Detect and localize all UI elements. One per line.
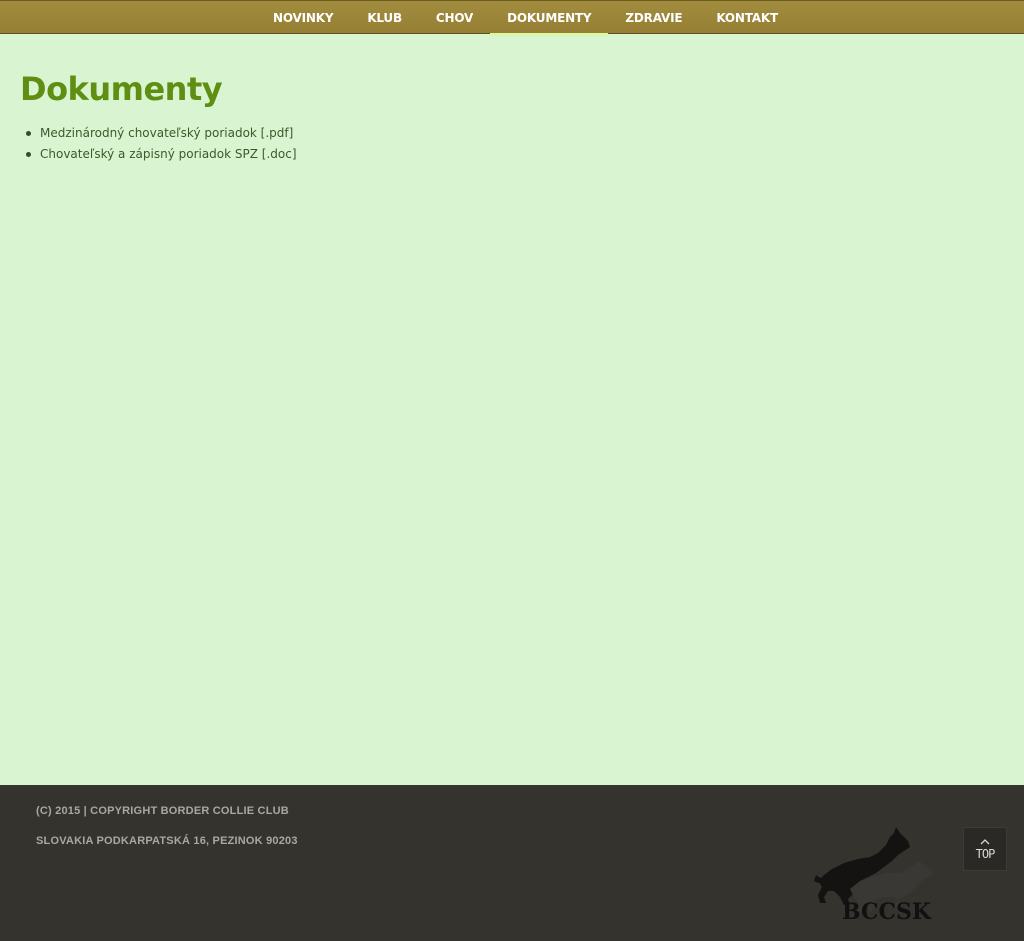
nav-item-zdravie[interactable]: ZDRAVIE — [608, 1, 699, 35]
document-list: Medzinárodný chovateľský poriadok [.pdf]… — [26, 123, 297, 165]
document-link-zapisny-poriadok[interactable]: Chovateľský a zápisný poriadok SPZ [.doc… — [40, 147, 297, 161]
footer-address: SLOVAKIA PODKARPATSKÁ 16, PEZINOK 90203 — [36, 835, 298, 847]
main-content: Dokumenty Medzinárodný chovateľský poria… — [0, 34, 1024, 785]
logo-text: BCCSK — [842, 899, 932, 925]
document-link-chovatelsky-poriadok[interactable]: Medzinárodný chovateľský poriadok [.pdf] — [40, 126, 293, 140]
main-navigation: NOVINKY KLUB CHOV DOKUMENTY ZDRAVIE KONT… — [0, 0, 1024, 36]
nav-menu: NOVINKY KLUB CHOV DOKUMENTY ZDRAVIE KONT… — [256, 1, 795, 36]
footer: (C) 2015 | COPYRIGHT BORDER COLLIE CLUB … — [0, 785, 1024, 941]
nav-item-novinky[interactable]: NOVINKY — [256, 1, 350, 35]
top-label: TOP — [975, 846, 996, 861]
nav-item-dokumenty[interactable]: DOKUMENTY — [490, 1, 609, 36]
page-title: Dokumenty — [20, 70, 223, 108]
footer-copyright: (C) 2015 | COPYRIGHT BORDER COLLIE CLUB — [36, 805, 289, 817]
nav-item-klub[interactable]: KLUB — [350, 1, 419, 35]
nav-item-kontakt[interactable]: KONTAKT — [699, 1, 795, 35]
nav-item-chov[interactable]: CHOV — [419, 1, 490, 35]
chevron-up-icon — [980, 838, 990, 844]
back-to-top-button[interactable]: TOP — [963, 827, 1007, 871]
border-collie-dogs-logo-icon: BCCSK — [812, 823, 938, 927]
list-item: Medzinárodný chovateľský poriadok [.pdf] — [26, 123, 297, 144]
list-item: Chovateľský a zápisný poriadok SPZ [.doc… — [26, 144, 297, 165]
